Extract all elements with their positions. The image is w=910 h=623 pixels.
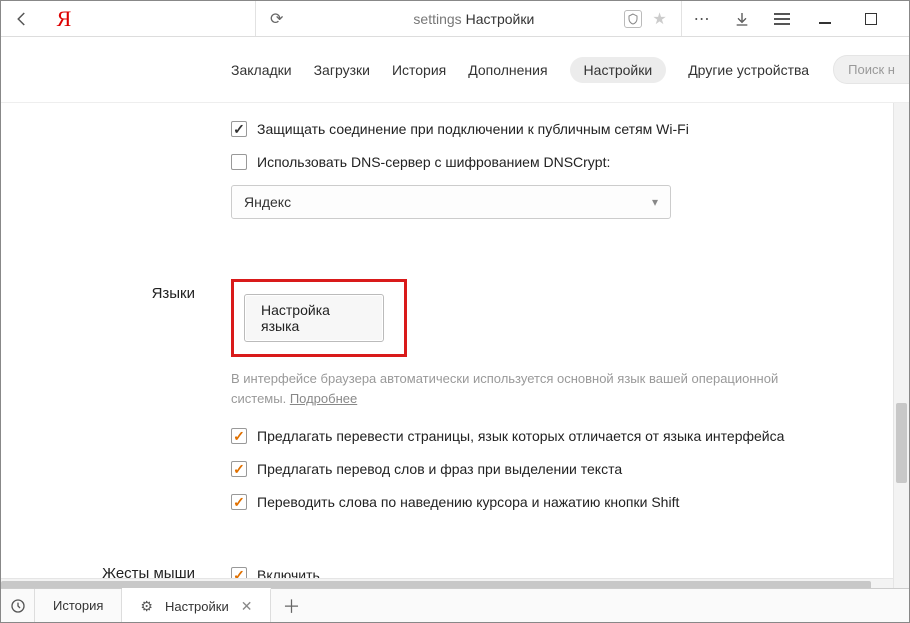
tab-label: История (53, 598, 103, 613)
reload-icon[interactable]: ⟳ (270, 9, 283, 29)
yandex-logo[interactable]: Я (43, 6, 85, 32)
language-hint: В интерфейсе браузера автоматически испо… (231, 369, 831, 408)
statusbar: История ⚙ Настройки ✕ ＋ (1, 588, 909, 622)
protect-icon[interactable] (624, 10, 642, 28)
checkbox-label: Использовать DNS-сервер с шифрованием DN… (257, 152, 610, 173)
checkbox-dnscrypt[interactable]: Использовать DNS-сервер с шифрованием DN… (231, 146, 869, 179)
checkbox-icon (231, 494, 247, 510)
checkbox-icon (231, 461, 247, 477)
tab-title: settings Настройки (413, 11, 534, 27)
nav-tab-settings[interactable]: Настройки (570, 57, 667, 83)
checkbox-icon (231, 154, 247, 170)
nav-tab-history[interactable]: История (392, 62, 446, 78)
nav-tab-downloads[interactable]: Загрузки (314, 62, 370, 78)
vertical-scrollbar[interactable] (893, 103, 909, 594)
address-tab[interactable]: ⟳ settings Настройки ★ (255, 1, 682, 36)
nav-tab-extensions[interactable]: Дополнения (468, 62, 547, 78)
checkbox-translate-hover[interactable]: Переводить слова по наведению курсора и … (231, 486, 869, 519)
settings-nav: Закладки Загрузки История Дополнения Нас… (1, 37, 909, 103)
select-value: Яндекс (244, 194, 291, 210)
statusbar-tab-settings[interactable]: ⚙ Настройки ✕ (122, 588, 271, 622)
window-close[interactable]: ✕ (894, 1, 910, 37)
dns-provider-select[interactable]: Яндекс ▾ (231, 185, 671, 219)
content-area: Защищать соединение при подключении к пу… (1, 103, 909, 594)
section-languages: Языки Настройка языка В интерфейсе брауз… (1, 269, 909, 529)
window-maximize[interactable] (848, 1, 894, 37)
language-settings-button[interactable]: Настройка языка (244, 294, 384, 342)
chevron-down-icon: ▾ (652, 195, 658, 209)
learn-more-link[interactable]: Подробнее (290, 391, 357, 406)
close-tab-icon[interactable]: ✕ (241, 598, 253, 615)
nav-tab-other-devices[interactable]: Другие устройства (688, 62, 809, 78)
statusbar-tab-history[interactable]: История (35, 589, 122, 622)
tab-label: Настройки (165, 599, 229, 614)
section-label-languages: Языки (1, 279, 231, 519)
downloads-button[interactable] (722, 1, 762, 37)
checkbox-label: Переводить слова по наведению курсора и … (257, 492, 679, 513)
section-security-tail: Защищать соединение при подключении к пу… (1, 103, 909, 229)
window-minimize[interactable] (802, 1, 848, 37)
language-settings-highlight: Настройка языка (231, 279, 407, 357)
titlebar: Я ⟳ settings Настройки ★ ⋯ ✕ (1, 1, 909, 37)
checkbox-label: Предлагать перевести страницы, язык кото… (257, 426, 784, 447)
bookmark-star-icon[interactable]: ★ (652, 9, 666, 29)
settings-search[interactable]: Поиск н (833, 55, 909, 84)
more-button[interactable]: ⋯ (682, 1, 722, 37)
gear-icon: ⚙ (140, 598, 153, 615)
nav-tab-bookmarks[interactable]: Закладки (231, 62, 292, 78)
titlebar-left: Я (1, 1, 85, 36)
checkbox-icon (231, 121, 247, 137)
menu-button[interactable] (762, 1, 802, 37)
checkbox-translate-pages[interactable]: Предлагать перевести страницы, язык кото… (231, 420, 869, 453)
scrollbar-thumb[interactable] (896, 403, 907, 483)
new-tab-button[interactable]: ＋ (271, 589, 311, 622)
history-icon[interactable] (1, 589, 35, 622)
back-button[interactable] (1, 10, 43, 28)
titlebar-right: ⋯ ✕ (682, 1, 910, 36)
checkbox-label: Защищать соединение при подключении к пу… (257, 119, 689, 140)
checkbox-translate-selection[interactable]: Предлагать перевод слов и фраз при выдел… (231, 453, 869, 486)
checkbox-label: Предлагать перевод слов и фраз при выдел… (257, 459, 622, 480)
checkbox-icon (231, 428, 247, 444)
checkbox-protect-wifi[interactable]: Защищать соединение при подключении к пу… (231, 113, 869, 146)
